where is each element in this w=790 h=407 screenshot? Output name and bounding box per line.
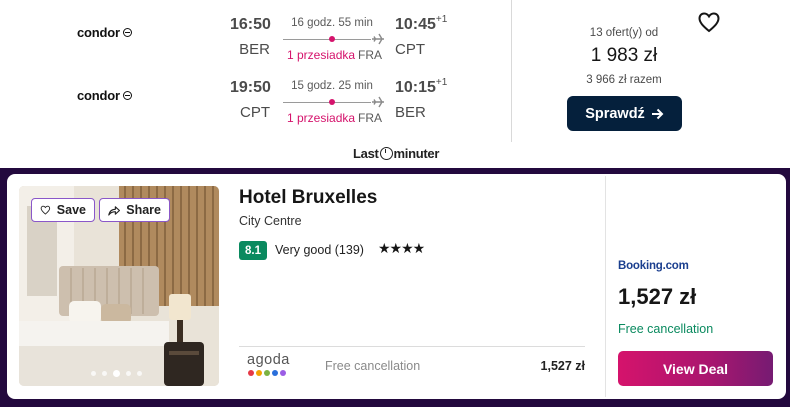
plane-icon xyxy=(372,33,384,45)
departure-time: 16:50 xyxy=(230,16,271,33)
stop-dot xyxy=(329,36,335,42)
heart-icon xyxy=(40,205,51,215)
flight-price-total: 3 966 zł razem xyxy=(586,74,662,86)
share-label: Share xyxy=(126,203,161,217)
save-label: Save xyxy=(56,203,86,217)
arrival-day-offset: +1 xyxy=(435,14,448,25)
booking-logo: Booking.com xyxy=(618,260,689,272)
offer-price[interactable]: 1,527 zł xyxy=(520,359,585,373)
route-line xyxy=(283,102,371,103)
carousel-dot[interactable] xyxy=(102,371,107,376)
stop-dot xyxy=(329,99,335,105)
carousel-dot[interactable] xyxy=(113,370,120,377)
offer-cancellation: Free cancellation xyxy=(325,359,421,373)
arrival-airport: BER xyxy=(395,104,426,121)
stops-count: 1 przesiadka xyxy=(287,48,356,62)
arrival-time-value: 10:15 xyxy=(395,79,436,96)
best-price: 1,527 zł xyxy=(618,284,697,309)
clock-icon xyxy=(379,147,393,160)
airline-sun-icon xyxy=(122,28,132,37)
heart-icon[interactable] xyxy=(697,11,721,33)
stops-count: 1 przesiadka xyxy=(287,111,356,125)
agoda-logo[interactable]: agoda xyxy=(247,352,297,376)
check-button-label: Sprawdź xyxy=(585,105,645,122)
airline-name: condor xyxy=(77,88,120,103)
best-offer-cancellation: Free cancellation xyxy=(618,322,714,336)
airline-logo: condor xyxy=(77,25,132,40)
agoda-color-dot xyxy=(280,370,286,376)
carousel-dot[interactable] xyxy=(91,371,96,376)
check-button[interactable]: Sprawdź xyxy=(567,96,682,131)
card-divider xyxy=(511,0,512,142)
agoda-dots xyxy=(248,370,297,376)
offer-separator xyxy=(239,346,585,347)
arrival-time: 10:15+1 xyxy=(395,77,448,97)
stop-airport: FRA xyxy=(358,111,383,125)
provider-name-start: Last xyxy=(353,146,379,161)
flight-price: 1 983 zł xyxy=(590,45,658,66)
arrival-time: 10:45+1 xyxy=(395,14,448,34)
view-deal-button[interactable]: View Deal xyxy=(618,351,773,386)
photo-carousel-dots[interactable] xyxy=(91,370,142,377)
hotel-card-divider xyxy=(605,176,606,397)
flight-result-card[interactable]: condor 16:50 BER 16 godz. 55 min 1 przes… xyxy=(0,0,790,168)
share-button[interactable]: Share xyxy=(99,198,170,222)
provider-name-end: minuter xyxy=(393,146,440,161)
hotel-name[interactable]: Hotel Bruxelles xyxy=(239,187,377,209)
flight-leg-outbound: condor 16:50 BER 16 godz. 55 min 1 przes… xyxy=(0,12,512,72)
stops-info: 1 przesiadka FRA xyxy=(287,48,382,62)
rating-score-badge: 8.1 xyxy=(239,241,267,260)
stop-airport: FRA xyxy=(358,48,383,62)
offers-count: 13 ofert(y) od xyxy=(589,27,659,39)
flight-duration: 16 godz. 55 min xyxy=(291,17,373,29)
departure-airport: CPT xyxy=(240,104,270,121)
stops-info: 1 przesiadka FRA xyxy=(287,111,382,125)
share-icon xyxy=(108,205,121,216)
plane-icon xyxy=(372,96,384,108)
rating-text: Very good (139) xyxy=(275,243,364,257)
save-button[interactable]: Save xyxy=(31,198,95,222)
star-rating: ★★★★ xyxy=(378,240,425,256)
flight-duration: 15 godz. 25 min xyxy=(291,80,373,92)
departure-airport: BER xyxy=(239,41,270,58)
airline-name: condor xyxy=(77,25,120,40)
carousel-dot[interactable] xyxy=(137,371,142,376)
airline-sun-icon xyxy=(122,91,132,100)
agoda-color-dot xyxy=(272,370,278,376)
agoda-color-dot xyxy=(248,370,254,376)
departure-time: 19:50 xyxy=(230,79,271,96)
airline-logo: condor xyxy=(77,88,132,103)
carousel-dot[interactable] xyxy=(126,371,131,376)
flight-leg-return: condor 19:50 CPT 15 godz. 25 min 1 przes… xyxy=(0,75,512,135)
route-line xyxy=(283,39,371,40)
hotel-area: City Centre xyxy=(239,214,302,228)
agoda-wordmark: agoda xyxy=(247,352,290,368)
agoda-color-dot xyxy=(264,370,270,376)
provider-logo: Last minuter xyxy=(353,146,439,161)
arrival-airport: CPT xyxy=(395,41,425,58)
agoda-color-dot xyxy=(256,370,262,376)
arrival-time-value: 10:45 xyxy=(395,16,436,33)
arrow-right-icon xyxy=(651,108,664,119)
arrival-day-offset: +1 xyxy=(435,77,448,88)
